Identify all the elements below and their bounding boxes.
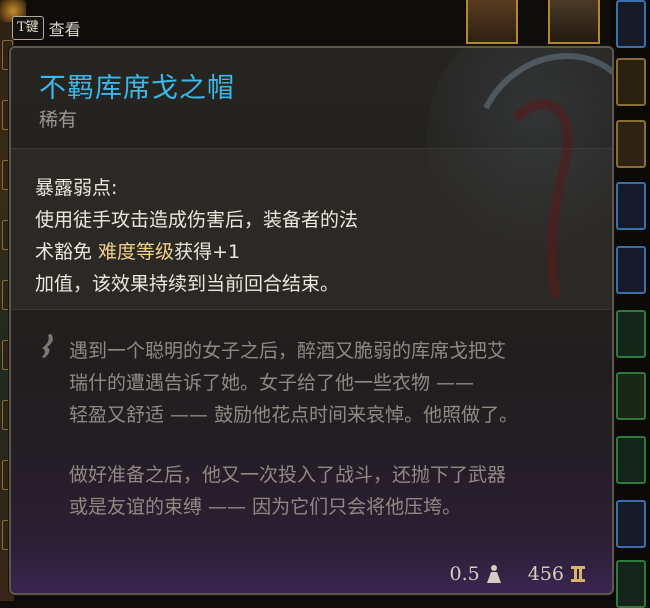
item-stats: 0.5 456	[450, 563, 586, 585]
passive-text-line: 使用徒手攻击造成伤害后，装备者的法	[35, 209, 359, 231]
gold-value: 456	[527, 563, 564, 585]
flavor-text-line: 做好准备之后，他又一次投入了战斗，还抛下了武器	[69, 464, 507, 486]
gold-coin-icon	[571, 566, 585, 582]
passive-text-line: 加值，该效果持续到当前回合结束。	[35, 273, 340, 295]
passive-text-segment: 术豁免	[35, 241, 99, 263]
inspect-label: 查看	[48, 20, 81, 39]
flavor-text-line: 或是友谊的束缚 —— 因为它们只会将他压垮。	[69, 496, 462, 518]
inventory-slot[interactable]	[616, 310, 646, 358]
inventory-slot[interactable]	[616, 120, 646, 168]
inventory-slot[interactable]	[616, 0, 646, 48]
inventory-slot[interactable]	[616, 246, 646, 294]
inspect-hint[interactable]: T键 查看	[12, 15, 81, 41]
passive-section: 暴露弱点: 使用徒手攻击造成伤害后，装备者的法 术豁免 难度等级获得+1 加值，…	[11, 148, 612, 310]
inventory-slot[interactable]	[616, 58, 646, 106]
right-inventory-column	[610, 0, 650, 608]
passive-text-line: 术豁免 难度等级获得+1	[35, 237, 240, 264]
weight-value: 0.5	[449, 563, 480, 585]
item-rarity: 稀有	[39, 109, 78, 131]
keyword-difficulty-class[interactable]: 难度等级	[98, 241, 174, 263]
flavor-text-line: 轻盈又舒适 —— 鼓励他花点时间来哀悼。他照做了。	[69, 404, 519, 426]
item-tooltip: 不羁库席戈之帽 稀有 暴露弱点: 使用徒手攻击造成伤害后，装备者的法 术豁免 难…	[9, 46, 614, 595]
passive-title: 暴露弱点:	[35, 177, 118, 199]
flavor-text-line: 瑞什的遭遇告诉了她。女子给了他一些衣物 ——	[69, 372, 475, 394]
inventory-slot[interactable]	[616, 500, 646, 548]
quill-icon	[42, 334, 53, 358]
keybind-badge: T键	[12, 16, 44, 40]
portrait-slot[interactable]	[548, 0, 600, 44]
weight-icon	[486, 565, 501, 583]
portrait-slot[interactable]	[466, 0, 518, 44]
flavor-text-line: 遇到一个聪明的女子之后，醉酒又脆弱的库席戈把艾	[69, 340, 507, 362]
tooltip-header: 不羁库席戈之帽 稀有	[11, 48, 612, 148]
inventory-slot[interactable]	[616, 372, 646, 420]
item-name: 不羁库席戈之帽	[39, 73, 235, 104]
passive-text-segment: 获得+1	[174, 241, 241, 263]
inventory-slot[interactable]	[616, 182, 646, 230]
inventory-slot[interactable]	[616, 436, 646, 484]
